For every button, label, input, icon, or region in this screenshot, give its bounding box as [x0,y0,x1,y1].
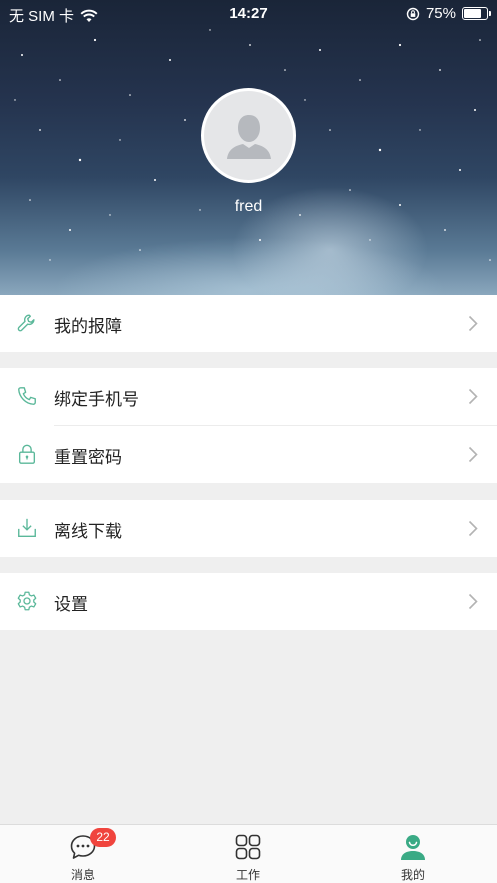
rotation-lock-icon [406,7,420,20]
chevron-right-icon [468,388,478,405]
tab-label: 我的 [400,868,425,882]
avatar[interactable] [201,88,296,183]
grid-icon [235,834,261,860]
tab-label: 工作 [235,868,260,882]
menu-item-my-reports[interactable]: 我的报障 [0,295,497,352]
chevron-right-icon [468,315,478,332]
menu-label: 重置密码 [54,448,122,468]
battery-icon [462,7,491,20]
lock-icon [18,444,36,464]
tab-label: 消息 [70,868,95,882]
battery-level [464,9,481,18]
default-user-icon [226,114,271,159]
tab-me[interactable]: 我的 [363,825,463,883]
menu-label: 设置 [54,595,88,615]
menu-group-download: 离线下载 [0,500,497,557]
menu-item-offline-download[interactable]: 离线下载 [0,500,497,557]
unread-badge: 22 [90,828,116,847]
menu-label: 绑定手机号 [54,390,139,410]
download-icon [18,518,36,537]
menu-group-report: 我的报障 [0,295,497,352]
menu-item-bind-phone[interactable]: 绑定手机号 [0,368,497,425]
status-bar: 无 SIM 卡 14:27 75% [0,0,497,28]
battery-percent: 75% [425,5,456,22]
chevron-right-icon [468,520,478,537]
menu-item-settings[interactable]: 设置 [0,573,497,630]
menu-label: 离线下载 [54,522,122,542]
gear-icon [17,591,37,611]
phone-icon [18,387,36,405]
person-icon [401,835,425,860]
menu-group-account: 绑定手机号 重置密码 [0,368,497,483]
tab-messages[interactable]: 消息 [33,825,133,883]
profile-header: 无 SIM 卡 14:27 75% fred [0,0,497,295]
chevron-right-icon [468,593,478,610]
chevron-right-icon [468,446,478,463]
tab-work[interactable]: 工作 [198,825,298,883]
username: fred [234,198,263,215]
menu-label: 我的报障 [54,317,122,337]
menu-group-settings: 设置 [0,573,497,630]
wrench-icon [17,314,35,332]
menu-item-reset-password[interactable]: 重置密码 [0,426,497,483]
tab-bar: 消息 工作 我的 [0,824,497,883]
